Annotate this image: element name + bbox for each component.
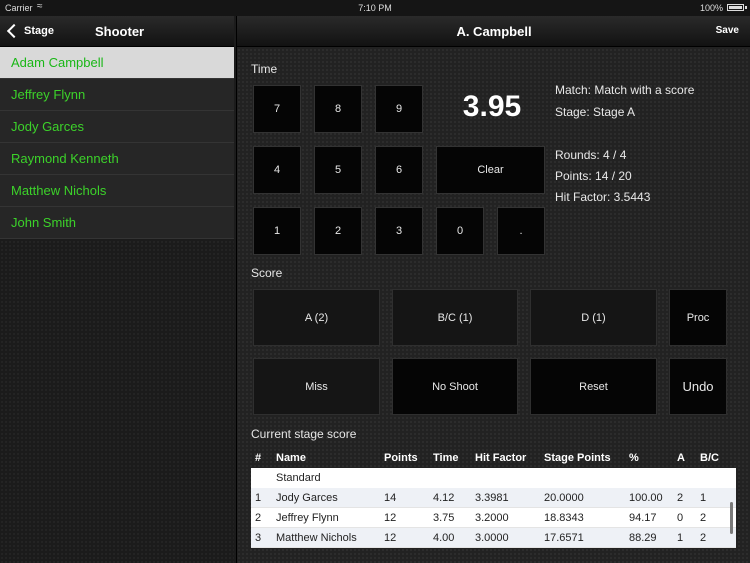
cell-time: 4.12 [433, 492, 455, 504]
table-row[interactable]: 2 Jeffrey Flynn 12 3.75 3.2000 18.8343 9… [251, 508, 736, 528]
key-7-button[interactable]: 7 [253, 85, 301, 133]
left-nav-bar: Stage Shooter [0, 16, 234, 47]
cell-a: 1 [677, 532, 684, 544]
cell-name: Matthew Nichols [276, 532, 357, 544]
decimal-point-button[interactable]: . [497, 207, 545, 255]
chevron-left-icon [6, 23, 22, 39]
key-0-button[interactable]: 0 [436, 207, 484, 255]
hit-factor-info: Hit Factor: 3.5443 [555, 190, 651, 204]
miss-button[interactable]: Miss [253, 358, 380, 415]
shooter-item[interactable]: Raymond Kenneth [0, 143, 234, 175]
col-header-stage-points: Stage Points [544, 452, 611, 464]
no-shoot-button[interactable]: No Shoot [392, 358, 518, 415]
shooter-panel: Stage Shooter Adam Campbell Jeffrey Flyn… [0, 16, 234, 563]
cell-stage-points: 20.0000 [544, 492, 584, 504]
shooter-item[interactable]: Matthew Nichols [0, 175, 234, 207]
cell-points: 12 [384, 512, 397, 524]
cell-rank: 1 [255, 492, 262, 504]
cell-name: Jeffrey Flynn [276, 512, 339, 524]
back-button[interactable]: Stage [6, 23, 54, 39]
key-8-button[interactable]: 8 [314, 85, 362, 133]
stage-score-label: Current stage score [251, 427, 357, 441]
save-button[interactable]: Save [716, 25, 739, 36]
status-time: 7:10 PM [358, 3, 392, 13]
points-info: Points: 14 / 20 [555, 169, 632, 183]
score-a-button[interactable]: A (2) [253, 289, 380, 346]
cell-hit-factor: 3.0000 [475, 532, 509, 544]
procedural-button[interactable]: Proc [669, 289, 727, 346]
back-button-label: Stage [24, 25, 54, 37]
col-header-rank: # [255, 452, 262, 464]
cell-bc: 2 [700, 532, 707, 544]
shooter-item[interactable]: John Smith [0, 207, 234, 239]
scoring-panel: A. Campbell Save Time 7 8 9 4 5 6 Clear … [236, 16, 750, 563]
key-2-button[interactable]: 2 [314, 207, 362, 255]
score-section-label: Score [251, 266, 283, 280]
cell-bc: 2 [700, 512, 707, 524]
shooter-list: Adam Campbell Jeffrey Flynn Jody Garces … [0, 47, 234, 239]
cell-time: 3.75 [433, 512, 455, 524]
col-header-points: Points [384, 452, 418, 464]
col-header-hit-factor: Hit Factor [475, 452, 527, 464]
key-6-button[interactable]: 6 [375, 146, 423, 194]
match-info: Match: Match with a score [555, 83, 695, 97]
cell-rank: 2 [255, 512, 262, 524]
col-header-percent: % [629, 452, 639, 464]
cell-a: 2 [677, 492, 684, 504]
cell-percent: 88.29 [629, 532, 657, 544]
battery-percent: 100% [699, 3, 723, 13]
cell-stage-points: 18.8343 [544, 512, 584, 524]
right-nav-title: A. Campbell [456, 24, 532, 39]
status-bar: Carrier ≈ 7:10 PM 100% [0, 0, 750, 16]
clear-button[interactable]: Clear [436, 146, 545, 194]
table-section-header: Standard [251, 468, 736, 488]
rounds-info: Rounds: 4 / 4 [555, 148, 627, 162]
battery-icon [727, 4, 744, 11]
col-header-a: A [677, 452, 685, 464]
col-header-name: Name [276, 452, 306, 464]
score-table-header: # Name Points Time Hit Factor Stage Poin… [251, 448, 736, 467]
cell-hit-factor: 3.2000 [475, 512, 509, 524]
cell-hit-factor: 3.3981 [475, 492, 509, 504]
right-nav-bar: A. Campbell Save [237, 16, 750, 47]
score-table[interactable]: Standard 1 Jody Garces 14 4.12 3.3981 20… [251, 468, 736, 548]
col-header-time: Time [433, 452, 459, 464]
key-5-button[interactable]: 5 [314, 146, 362, 194]
shooter-item[interactable]: Jeffrey Flynn [0, 79, 234, 111]
cell-time: 4.00 [433, 532, 455, 544]
cell-points: 12 [384, 532, 397, 544]
cell-rank: 3 [255, 532, 262, 544]
shooter-item[interactable]: Adam Campbell [0, 47, 234, 79]
cell-percent: 94.17 [629, 512, 657, 524]
scroll-indicator[interactable] [730, 502, 733, 534]
table-row[interactable]: 3 Matthew Nichols 12 4.00 3.0000 17.6571… [251, 528, 736, 548]
time-section-label: Time [251, 62, 278, 76]
undo-button[interactable]: Undo [669, 358, 727, 415]
cell-points: 14 [384, 492, 397, 504]
cell-bc: 1 [700, 492, 707, 504]
reset-button[interactable]: Reset [530, 358, 657, 415]
cell-percent: 100.00 [629, 492, 663, 504]
cell-a: 0 [677, 512, 684, 524]
time-display: 3.95 [462, 90, 522, 123]
cell-stage-points: 17.6571 [544, 532, 584, 544]
shooter-item[interactable]: Jody Garces [0, 111, 234, 143]
key-9-button[interactable]: 9 [375, 85, 423, 133]
score-d-button[interactable]: D (1) [530, 289, 657, 346]
key-3-button[interactable]: 3 [375, 207, 423, 255]
cell-name: Jody Garces [276, 492, 338, 504]
left-nav-title: Shooter [95, 24, 145, 39]
division-label: Standard [276, 472, 321, 484]
key-4-button[interactable]: 4 [253, 146, 301, 194]
score-bc-button[interactable]: B/C (1) [392, 289, 518, 346]
col-header-bc: B/C [700, 452, 719, 464]
table-row[interactable]: 1 Jody Garces 14 4.12 3.3981 20.0000 100… [251, 488, 736, 508]
key-1-button[interactable]: 1 [253, 207, 301, 255]
stage-info: Stage: Stage A [555, 105, 636, 119]
